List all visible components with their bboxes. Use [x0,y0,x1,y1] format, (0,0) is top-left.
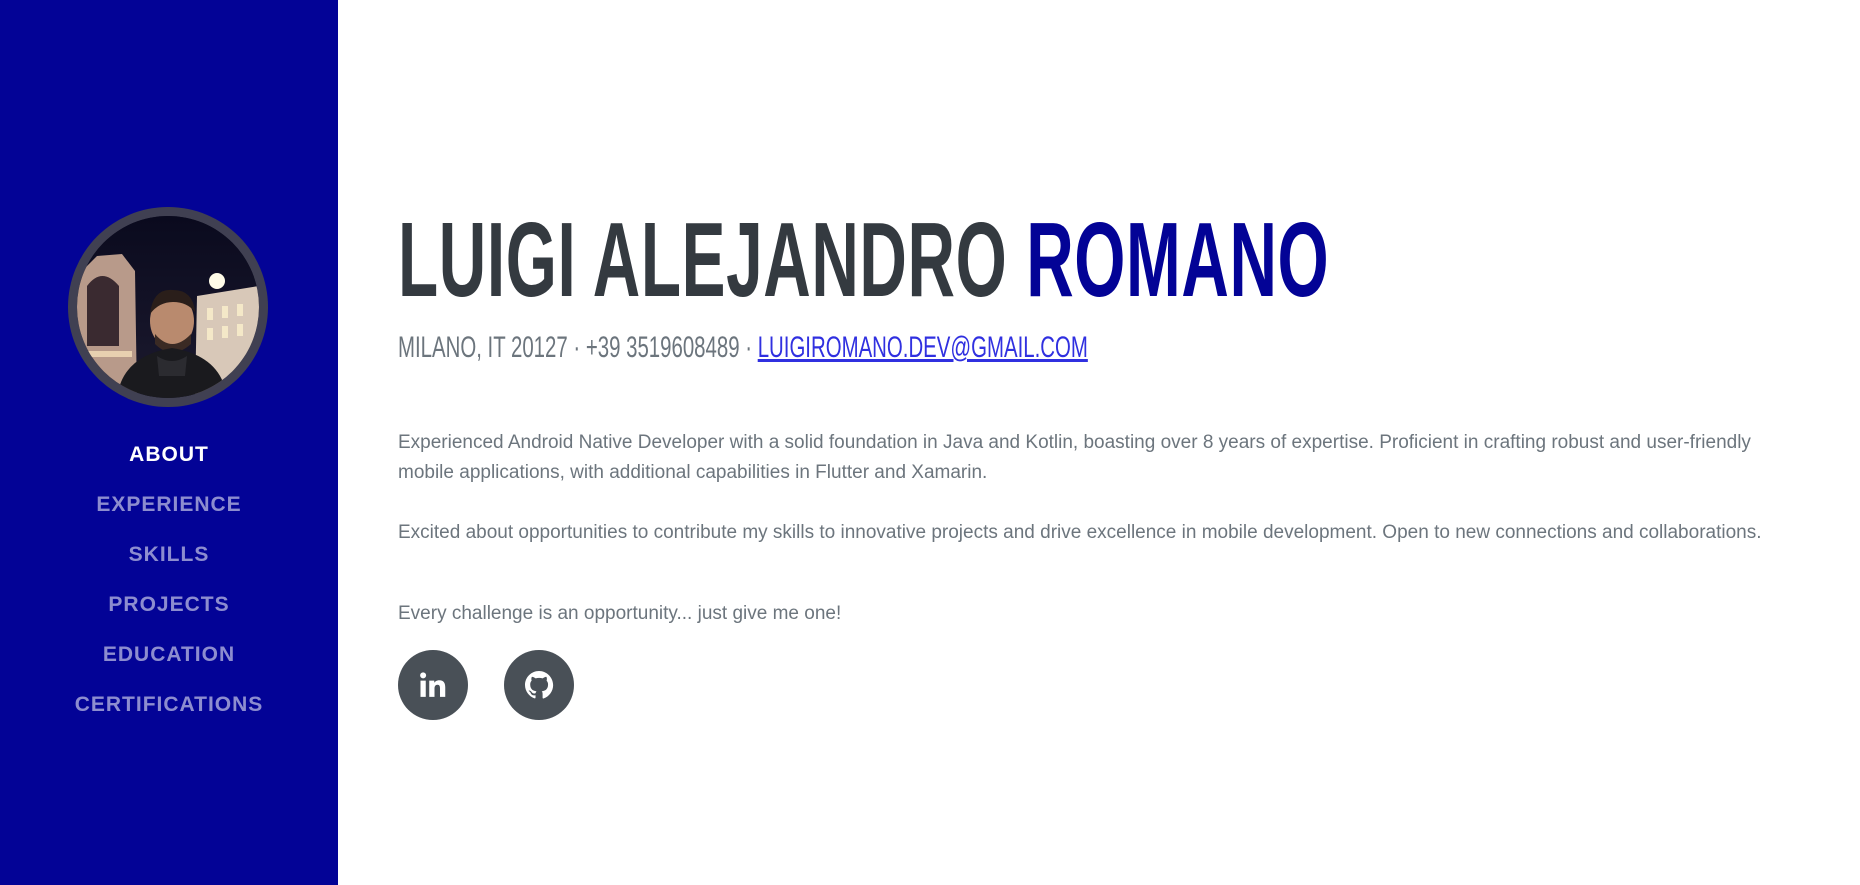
nav-item-about[interactable]: ABOUT [0,430,338,480]
nav-item-projects[interactable]: PROJECTS [0,580,338,630]
nav-item-skills[interactable]: SKILLS [0,530,338,580]
nav-item-experience[interactable]: EXPERIENCE [0,480,338,530]
about-paragraph-3: Every challenge is an opportunity... jus… [398,603,842,624]
linkedin-icon [420,672,446,697]
about-section: LUIGI ALEJANDRO ROMANO MILANO, IT 20127 … [398,0,1778,885]
linkedin-button[interactable] [398,650,468,720]
sidebar-nav: ABOUT EXPERIENCE SKILLS PROJECTS EDUCATI… [0,430,338,730]
nav-item-education[interactable]: EDUCATION [0,630,338,680]
github-button[interactable] [504,650,574,720]
page-title: LUIGI ALEJANDRO ROMANO [398,200,1329,320]
nav-item-certifications[interactable]: CERTIFICATIONS [0,680,338,730]
about-paragraph-2: Excited about opportunities to contribut… [398,522,1762,543]
about-paragraph-1: Experienced Android Native Developer wit… [398,432,1751,483]
last-name: ROMANO [1026,201,1330,319]
email-link[interactable]: LUIGIROMANO.DEV@GMAIL.COM [758,331,1088,364]
sidebar: ABOUT EXPERIENCE SKILLS PROJECTS EDUCATI… [0,0,338,885]
profile-photo [77,216,259,398]
avatar [68,207,268,407]
first-name: LUIGI ALEJANDRO [398,201,1008,319]
contact-line: MILANO, IT 20127 · +39 3519608489 · LUIG… [398,328,1088,368]
page: ABOUT EXPERIENCE SKILLS PROJECTS EDUCATI… [0,0,1860,885]
location-phone: MILANO, IT 20127 · +39 3519608489 · [398,331,758,364]
github-icon [525,671,554,699]
social-icons [398,650,574,720]
